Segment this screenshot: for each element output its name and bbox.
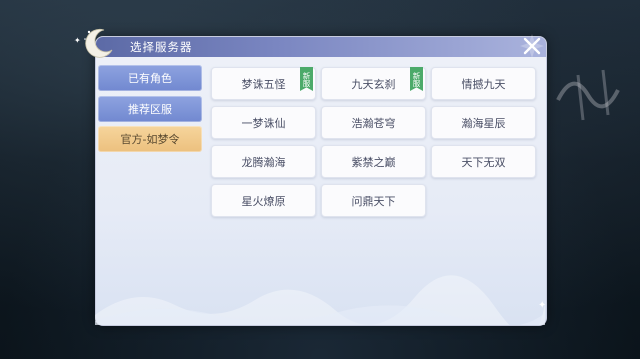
server-button[interactable]: 龙腾瀚海: [211, 145, 316, 178]
server-name: 梦诛五怪: [241, 77, 286, 91]
server-name: 浩瀚苍穹: [351, 116, 396, 130]
server-button[interactable]: 问鼎天下: [321, 184, 426, 217]
server-name: 一梦诛仙: [241, 116, 286, 130]
server-name: 星火燎原: [241, 194, 286, 208]
server-button[interactable]: 瀚海星辰: [431, 106, 536, 139]
server-button[interactable]: 紫禁之巅: [321, 145, 426, 178]
close-icon: [520, 34, 544, 58]
server-button[interactable]: 星火燎原: [211, 184, 316, 217]
background-calligraphy: [548, 60, 640, 130]
close-button[interactable]: [519, 33, 545, 59]
badge-label: 新服: [412, 71, 421, 87]
server-name: 天下无双: [461, 155, 506, 169]
moon-icon: [84, 28, 113, 58]
tab-label: 官方-如梦令: [120, 133, 180, 146]
server-name: 瀚海星辰: [461, 116, 506, 130]
server-name: 问鼎天下: [351, 194, 396, 208]
dialog-title: 选择服务器: [130, 40, 193, 54]
badge-label: 新服: [302, 71, 311, 87]
tab-label: 已有角色: [128, 72, 172, 85]
new-server-badge: 新服: [300, 67, 313, 91]
server-button[interactable]: 九天玄刹 新服: [321, 67, 426, 100]
sparkle-icon: ✦: [74, 36, 81, 45]
tab-recommended-servers[interactable]: 推荐区服: [98, 96, 202, 122]
server-name: 情撼九天: [461, 77, 506, 91]
tab-existing-characters[interactable]: 已有角色: [98, 65, 202, 91]
server-button[interactable]: 梦诛五怪 新服: [211, 67, 316, 100]
server-name: 紫禁之巅: [351, 155, 396, 169]
dialog-header: 选择服务器: [96, 37, 546, 57]
tab-label: 推荐区服: [128, 103, 172, 116]
server-button[interactable]: 天下无双: [431, 145, 536, 178]
server-button[interactable]: 情撼九天: [431, 67, 536, 100]
tab-official-rumengling[interactable]: 官方-如梦令: [98, 126, 202, 152]
sparkle-icon: ✦: [538, 300, 547, 311]
server-name: 九天玄刹: [351, 77, 396, 91]
server-button[interactable]: 浩瀚苍穹: [321, 106, 426, 139]
server-name: 龙腾瀚海: [241, 155, 286, 169]
server-button[interactable]: 一梦诛仙: [211, 106, 316, 139]
new-server-badge: 新服: [410, 67, 423, 91]
